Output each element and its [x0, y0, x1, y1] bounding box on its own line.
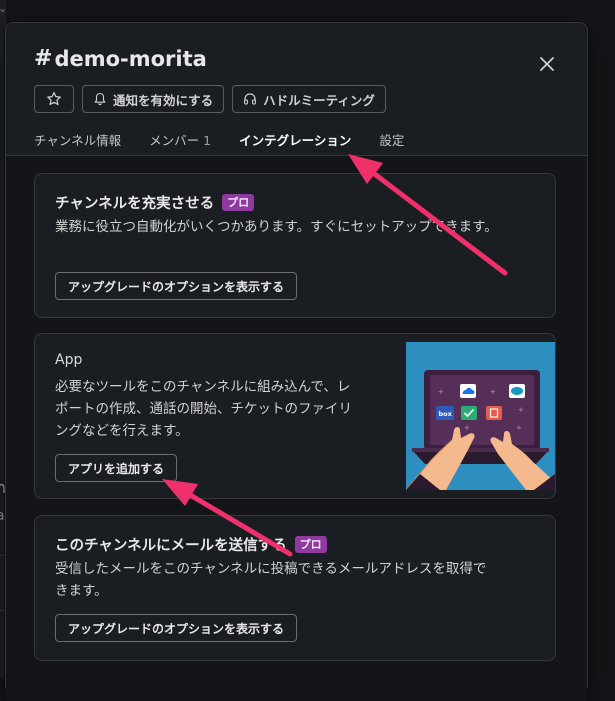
view-upgrade-options-button[interactable]: アップグレードのオプションを表示する: [55, 614, 298, 642]
close-button[interactable]: [534, 51, 560, 77]
enable-notifications-label: 通知を有効にする: [113, 92, 214, 108]
card-title-text: このチャンネルにメールを送信する: [55, 538, 287, 554]
desc-line: ングなどを行えます。: [55, 423, 189, 439]
card-description: 必要なツールをこのチャンネルに組み込んで、レ ポートの作成、通話の開始、チケット…: [55, 376, 395, 442]
desc-line: ポートの作成、通話の開始、チケットのファイリ: [55, 401, 352, 417]
pro-badge: プロ: [222, 194, 255, 211]
modal-title: # demo-morita: [34, 46, 207, 71]
headphones-icon: [244, 93, 257, 105]
chevron-down-icon: ⌄: [0, 2, 8, 15]
background-text-fragment: a: [0, 508, 5, 524]
card-title: チャンネルを充実させる プロ: [55, 192, 255, 213]
tab-label: チャンネル情報: [34, 133, 122, 148]
close-icon: [540, 57, 554, 71]
star-icon: [47, 92, 61, 106]
svg-text:+: +: [490, 388, 496, 396]
desc-line: 受信したメールをこのチャンネルに投稿できるメールアドレスを取得で: [55, 561, 487, 577]
box-logo-text: box: [439, 410, 453, 418]
tab-label: インテグレーション: [239, 133, 352, 148]
card-title-text: チャンネルを充実させる: [55, 196, 215, 212]
add-app-button[interactable]: アプリを追加する: [55, 454, 178, 482]
member-count: 1: [203, 133, 212, 148]
tab-members[interactable]: メンバー 1: [149, 130, 211, 157]
pro-badge: プロ: [294, 536, 327, 553]
bell-icon: [94, 92, 106, 106]
tab-bar: チャンネル情報 メンバー 1 インテグレーション 設定: [34, 130, 432, 158]
channel-hash-icon: #: [34, 46, 53, 71]
channel-name: demo-morita: [54, 46, 207, 71]
svg-text:+: +: [438, 388, 444, 396]
card-title: このチャンネルにメールを送信する プロ: [55, 534, 327, 555]
enable-notifications-button[interactable]: 通知を有効にする: [82, 85, 225, 113]
card-title: App: [55, 352, 83, 368]
tab-settings[interactable]: 設定: [379, 130, 404, 157]
huddle-label: ハドルミーティング: [263, 92, 375, 108]
svg-text:+: +: [464, 424, 470, 432]
tab-integrations[interactable]: インテグレーション: [235, 130, 356, 158]
email-channel-card: このチャンネルにメールを送信する プロ 受信したメールをこのチャンネルに投稿でき…: [34, 515, 556, 661]
tab-channel-info[interactable]: チャンネル情報: [34, 130, 121, 157]
desc-line: きます。: [55, 583, 108, 599]
channel-details-modal: # demo-morita 通知を有効にする ハドルミーティング チャンネル情報…: [5, 22, 588, 701]
channel-actions: 通知を有効にする ハドルミーティング: [34, 85, 386, 113]
star-button[interactable]: [34, 85, 74, 113]
huddle-button[interactable]: ハドルミーティング: [232, 85, 386, 113]
card-description: 受信したメールをこのチャンネルに投稿できるメールアドレスを取得で きます。: [55, 558, 539, 602]
integrations-panel: チャンネルを充実させる プロ 業務に役立つ自動化がいくつかあります。すぐにセット…: [6, 156, 587, 701]
tab-label: メンバー: [149, 133, 200, 148]
enrich-channel-card: チャンネルを充実させる プロ 業務に役立つ自動化がいくつかあります。すぐにセット…: [34, 173, 556, 318]
apps-illustration: ++ ++ ++ box: [406, 342, 555, 490]
view-upgrade-options-button[interactable]: アップグレードのオプションを表示する: [55, 272, 298, 300]
card-description: 業務に役立つ自動化がいくつかあります。すぐにセットアップできます。: [55, 219, 498, 235]
tab-label: 設定: [379, 133, 405, 148]
desc-line: 必要なツールをこのチャンネルに組み込んで、レ: [55, 379, 351, 395]
apps-card: App 必要なツールをこのチャンネルに組み込んで、レ ポートの作成、通話の開始、…: [34, 333, 556, 499]
svg-text:+: +: [518, 406, 524, 414]
svg-text:+: +: [516, 424, 522, 432]
